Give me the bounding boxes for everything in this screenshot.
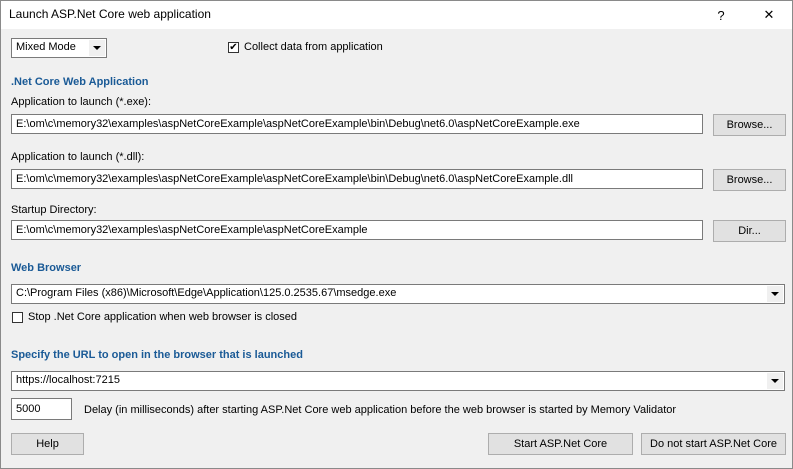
mode-dropdown-button[interactable] <box>89 40 105 56</box>
dll-browse-button[interactable]: Browse... <box>713 169 786 191</box>
checkmark-icon: ✔ <box>229 41 238 53</box>
browser-path-value: C:\Program Files (x86)\Microsoft\Edge\Ap… <box>16 287 397 299</box>
browser-path-select[interactable]: C:\Program Files (x86)\Microsoft\Edge\Ap… <box>11 284 785 304</box>
help-button[interactable]: Help <box>11 433 84 455</box>
startup-dir-label: Startup Directory: <box>11 204 97 216</box>
dll-path-input[interactable]: E:\om\c\memory32\examples\aspNetCoreExam… <box>11 169 703 189</box>
stop-app-label: Stop .Net Core application when web brow… <box>28 311 298 323</box>
exe-path-input[interactable]: E:\om\c\memory32\examples\aspNetCoreExam… <box>11 114 703 134</box>
question-icon: ? <box>717 7 725 23</box>
window-title: Launch ASP.Net Core web application <box>9 7 211 21</box>
close-icon: ✕ <box>763 7 775 22</box>
exe-label: Application to launch (*.exe): <box>11 96 152 108</box>
core-app-heading: .Net Core Web Application <box>11 76 149 88</box>
chevron-down-icon <box>93 46 101 50</box>
exe-browse-button[interactable]: Browse... <box>713 114 786 136</box>
stop-app-checkbox[interactable] <box>12 312 23 323</box>
start-button[interactable]: Start ASP.Net Core <box>488 433 633 455</box>
dir-button[interactable]: Dir... <box>713 220 786 242</box>
dialog-window: Launch ASP.Net Core web application ? ✕ … <box>0 0 793 469</box>
collect-data-checkbox[interactable]: ✔ <box>228 42 239 53</box>
url-heading: Specify the URL to open in the browser t… <box>11 349 303 361</box>
delay-label: Delay (in milliseconds) after starting A… <box>84 404 677 416</box>
browser-dropdown-button[interactable] <box>767 286 783 302</box>
chevron-down-icon <box>771 292 779 296</box>
do-not-start-button[interactable]: Do not start ASP.Net Core <box>641 433 786 455</box>
help-title-button[interactable]: ? <box>701 1 741 29</box>
web-browser-heading: Web Browser <box>11 262 82 274</box>
collect-data-label: Collect data from application <box>244 41 383 53</box>
mode-select[interactable]: Mixed Mode <box>11 38 107 58</box>
close-button[interactable]: ✕ <box>749 1 789 29</box>
chevron-down-icon <box>771 379 779 383</box>
title-bar: Launch ASP.Net Core web application ? ✕ <box>1 1 792 29</box>
dll-label: Application to launch (*.dll): <box>11 151 145 163</box>
delay-input[interactable]: 5000 <box>11 398 72 420</box>
url-select[interactable]: https://localhost:7215 <box>11 371 785 391</box>
mode-select-value: Mixed Mode <box>16 41 76 53</box>
startup-dir-input[interactable]: E:\om\c\memory32\examples\aspNetCoreExam… <box>11 220 703 240</box>
url-dropdown-button[interactable] <box>767 373 783 389</box>
url-value: https://localhost:7215 <box>16 374 120 386</box>
